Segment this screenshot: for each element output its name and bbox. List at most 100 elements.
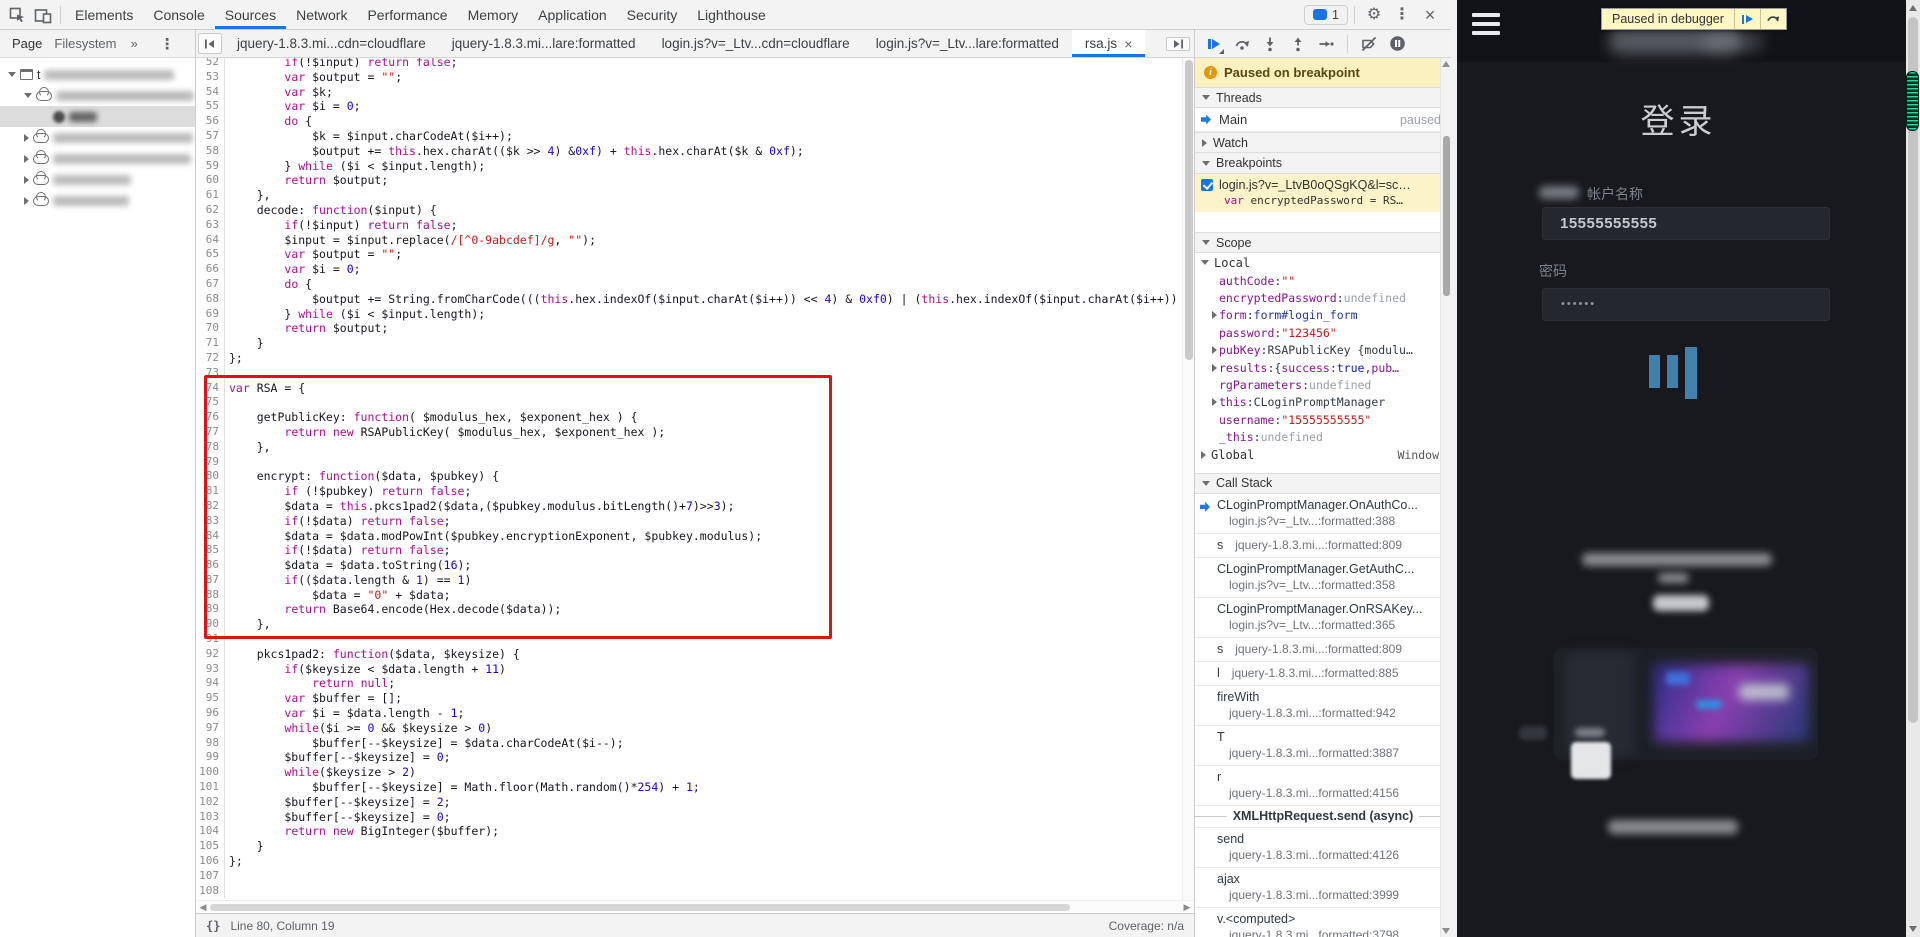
caret-right-icon[interactable]: [24, 175, 29, 184]
caret-right-icon[interactable]: [24, 154, 29, 163]
navigator-tab-filesystem[interactable]: Filesystem: [42, 36, 116, 51]
line-number[interactable]: 89: [196, 602, 225, 618]
line-number[interactable]: 92: [196, 646, 225, 662]
scroll-down-icon[interactable]: [1909, 926, 1917, 932]
line-number[interactable]: 58: [196, 143, 225, 159]
frame-location[interactable]: jquery-1.8.3.mi...formatted:3798: [1195, 928, 1451, 937]
inspect-element-icon[interactable]: [4, 2, 30, 28]
line-number[interactable]: 74: [196, 380, 225, 396]
file-tab[interactable]: login.js?v=_Ltv...lare:formatted: [863, 30, 1072, 57]
resume-script-button[interactable]: [1203, 33, 1225, 55]
navigator-menu-icon[interactable]: ⋮: [160, 35, 175, 53]
section-threads[interactable]: Threads: [1195, 87, 1451, 108]
frame-location[interactable]: jquery-1.8.3.mi...formatted:3999: [1195, 888, 1451, 902]
scope-local-row[interactable]: Local: [1195, 253, 1451, 272]
section-breakpoints[interactable]: Breakpoints: [1195, 153, 1451, 174]
frame-location[interactable]: login.js?v=_Ltv...:formatted:358: [1195, 578, 1451, 592]
scope-property[interactable]: rgParameters: undefined: [1195, 376, 1451, 393]
issues-counter-button[interactable]: 1: [1304, 4, 1348, 25]
line-number[interactable]: 81: [196, 484, 225, 499]
file-tree-item[interactable]: [0, 106, 195, 127]
frame-location[interactable]: jquery-1.8.3.mi...formatted:3887: [1195, 746, 1451, 760]
line-number[interactable]: 69: [196, 306, 225, 322]
line-number[interactable]: 86: [196, 558, 225, 573]
close-devtools-icon[interactable]: ×: [1417, 2, 1443, 28]
file-tree-item[interactable]: t: [0, 64, 195, 85]
call-stack-frame[interactable]: CLoginPromptManager.GetAuthC... login.js?…: [1195, 558, 1451, 598]
section-watch[interactable]: Watch: [1195, 132, 1451, 153]
step-over-button[interactable]: [1231, 33, 1253, 55]
panel-tab-security[interactable]: Security: [617, 0, 688, 29]
frame-location[interactable]: jquery-1.8.3.mi...formatted:4156: [1195, 786, 1451, 800]
call-stack-frame[interactable]: s jquery-1.8.3.mi...:formatted:809: [1195, 534, 1451, 558]
caret-down-icon[interactable]: [24, 93, 32, 98]
page-scrollbar[interactable]: [1906, 0, 1920, 937]
line-number[interactable]: 99: [196, 750, 225, 766]
pretty-print-icon[interactable]: {}: [206, 919, 220, 933]
line-number[interactable]: 65: [196, 247, 225, 263]
section-call-stack[interactable]: Call Stack: [1195, 472, 1451, 494]
step-out-button[interactable]: [1287, 33, 1309, 55]
password-input[interactable]: ••••••: [1542, 288, 1830, 321]
scope-property[interactable]: username: "15555555555": [1195, 411, 1451, 428]
line-number[interactable]: 94: [196, 676, 225, 692]
line-number[interactable]: 103: [196, 809, 225, 825]
call-stack-frame[interactable]: ajax jquery-1.8.3.mi...formatted:3999: [1195, 868, 1451, 908]
panel-tab-lighthouse[interactable]: Lighthouse: [687, 0, 776, 29]
extension-widget[interactable]: [1906, 71, 1919, 131]
account-input[interactable]: 15555555555: [1542, 207, 1830, 240]
line-number[interactable]: 108: [196, 883, 225, 899]
pause-on-exceptions-button[interactable]: [1386, 33, 1408, 55]
file-tree-item[interactable]: [0, 190, 195, 211]
file-tab[interactable]: rsa.js ×: [1071, 30, 1146, 57]
line-number[interactable]: 90: [196, 617, 225, 633]
sidebar-scrollbar[interactable]: [1440, 58, 1451, 937]
line-number[interactable]: 55: [196, 99, 225, 115]
line-number[interactable]: 66: [196, 262, 225, 277]
line-number[interactable]: 101: [196, 780, 225, 795]
horizontal-scroll-thumb[interactable]: [210, 903, 1070, 911]
redacted-button[interactable]: [1653, 595, 1709, 611]
more-tabs-icon[interactable]: [1166, 36, 1190, 51]
line-number[interactable]: 78: [196, 439, 225, 455]
call-stack-frame[interactable]: l jquery-1.8.3.mi...:formatted:885: [1195, 662, 1451, 686]
more-navigator-tabs-icon[interactable]: »: [117, 36, 138, 51]
scope-property[interactable]: encryptedPassword: undefined: [1195, 289, 1451, 306]
panel-tab-sources[interactable]: Sources: [214, 0, 287, 29]
file-tree-item[interactable]: [0, 148, 195, 169]
page-step-over-button[interactable]: [1759, 9, 1786, 29]
panel-tab-network[interactable]: Network: [286, 0, 357, 29]
line-number[interactable]: 64: [196, 232, 225, 248]
line-number[interactable]: 106: [196, 854, 225, 869]
call-stack-frame[interactable]: s jquery-1.8.3.mi...:formatted:809: [1195, 638, 1451, 662]
editor-horizontal-scrollbar[interactable]: ◀ ▶: [196, 900, 1194, 913]
line-number[interactable]: 83: [196, 513, 225, 529]
call-stack-frame[interactable]: fireWith jquery-1.8.3.mi...:formatted:942: [1195, 686, 1451, 726]
scope-property[interactable]: form: form#login_form: [1195, 307, 1451, 324]
breakpoint-entry[interactable]: login.js?v=_LtvB0oQSgKQ&l=sc… var encrypt…: [1195, 174, 1451, 212]
line-number[interactable]: 57: [196, 128, 225, 144]
line-number[interactable]: 102: [196, 794, 225, 810]
scope-property[interactable]: authCode: "": [1195, 272, 1451, 289]
file-tab[interactable]: login.js?v=_Ltv...cdn=cloudflare: [649, 30, 863, 57]
line-number[interactable]: 70: [196, 321, 225, 337]
line-number[interactable]: 104: [196, 824, 225, 840]
show-navigator-icon[interactable]: [198, 33, 222, 54]
line-number[interactable]: 77: [196, 424, 225, 440]
thread-item[interactable]: Main paused: [1195, 108, 1451, 132]
caret-right-icon[interactable]: [1211, 398, 1217, 407]
line-number[interactable]: 67: [196, 276, 225, 292]
settings-gear-icon[interactable]: ⚙: [1361, 2, 1387, 28]
caret-down-icon[interactable]: [8, 72, 16, 77]
line-number[interactable]: 95: [196, 691, 225, 707]
page-resume-button[interactable]: [1733, 9, 1760, 29]
line-number[interactable]: 105: [196, 839, 225, 855]
scroll-right-icon[interactable]: ▶: [1180, 901, 1194, 914]
scroll-left-icon[interactable]: ◀: [196, 901, 210, 914]
sidebar-scroll-thumb[interactable]: [1442, 136, 1450, 296]
line-number[interactable]: 91: [196, 632, 225, 647]
close-tab-icon[interactable]: ×: [1124, 37, 1132, 51]
line-number[interactable]: 79: [196, 454, 225, 470]
line-number[interactable]: 85: [196, 543, 225, 559]
line-number[interactable]: 54: [196, 84, 225, 100]
